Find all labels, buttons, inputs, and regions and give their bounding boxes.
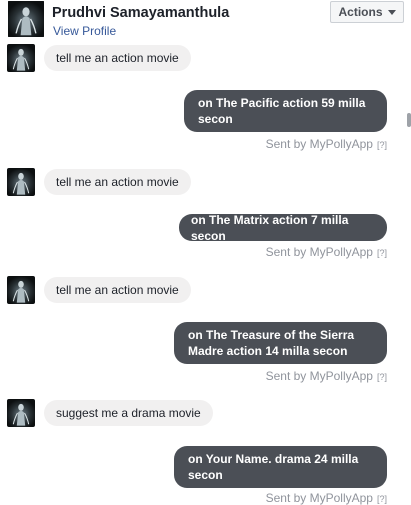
- sent-by-text: Sent by MyPollyApp: [265, 369, 373, 383]
- outgoing-message: on The Treasure of the Sierra Madre acti…: [174, 322, 387, 364]
- chevron-down-icon: [387, 9, 396, 15]
- sent-by-label: Sent by MyPollyApp [?]: [266, 137, 387, 151]
- outgoing-message-text: on Your Name. drama 24 milla secon: [188, 452, 359, 482]
- outgoing-message: on The Matrix action 7 milla secon: [179, 212, 387, 243]
- help-icon[interactable]: [?]: [377, 494, 387, 504]
- sent-by-label: Sent by MyPollyApp [?]: [266, 369, 387, 383]
- incoming-message: tell me an action movie: [44, 169, 191, 195]
- outgoing-message: on Your Name. drama 24 milla secon: [174, 446, 387, 488]
- sent-by-text: Sent by MyPollyApp: [265, 491, 373, 505]
- sender-avatar[interactable]: [7, 399, 35, 427]
- incoming-message: tell me an action movie: [44, 45, 191, 71]
- outgoing-message-text: on The Treasure of the Sierra Madre acti…: [188, 328, 355, 358]
- incoming-message: tell me an action movie: [44, 277, 191, 303]
- outgoing-message: on The Pacific action 59 milla secon: [184, 90, 387, 132]
- outgoing-message-text: on The Matrix action 7 milla secon: [191, 212, 349, 243]
- sent-by-label: Sent by MyPollyApp [?]: [266, 245, 387, 259]
- sender-avatar[interactable]: [7, 44, 35, 72]
- view-profile-link[interactable]: View Profile: [53, 24, 116, 38]
- sender-avatar[interactable]: [7, 168, 35, 196]
- profile-avatar[interactable]: [7, 1, 45, 37]
- sent-by-label: Sent by MyPollyApp [?]: [266, 491, 387, 505]
- sender-avatar[interactable]: [7, 276, 35, 304]
- actions-label: Actions: [338, 5, 383, 19]
- scrollbar-thumb[interactable]: [407, 113, 411, 127]
- help-icon[interactable]: [?]: [377, 248, 387, 258]
- sent-by-text: Sent by MyPollyApp: [265, 245, 373, 259]
- sent-by-text: Sent by MyPollyApp: [265, 137, 373, 151]
- contact-name[interactable]: Prudhvi Samayamanthula: [52, 5, 229, 21]
- help-icon[interactable]: [?]: [377, 372, 387, 382]
- conversation-header: Prudhvi Samayamanthula View Profile Acti…: [0, 0, 411, 42]
- incoming-message: suggest me a drama movie: [44, 400, 213, 426]
- outgoing-message-text: on The Pacific action 59 milla secon: [198, 96, 366, 126]
- help-icon[interactable]: [?]: [377, 140, 387, 150]
- actions-dropdown-button[interactable]: Actions: [330, 1, 404, 23]
